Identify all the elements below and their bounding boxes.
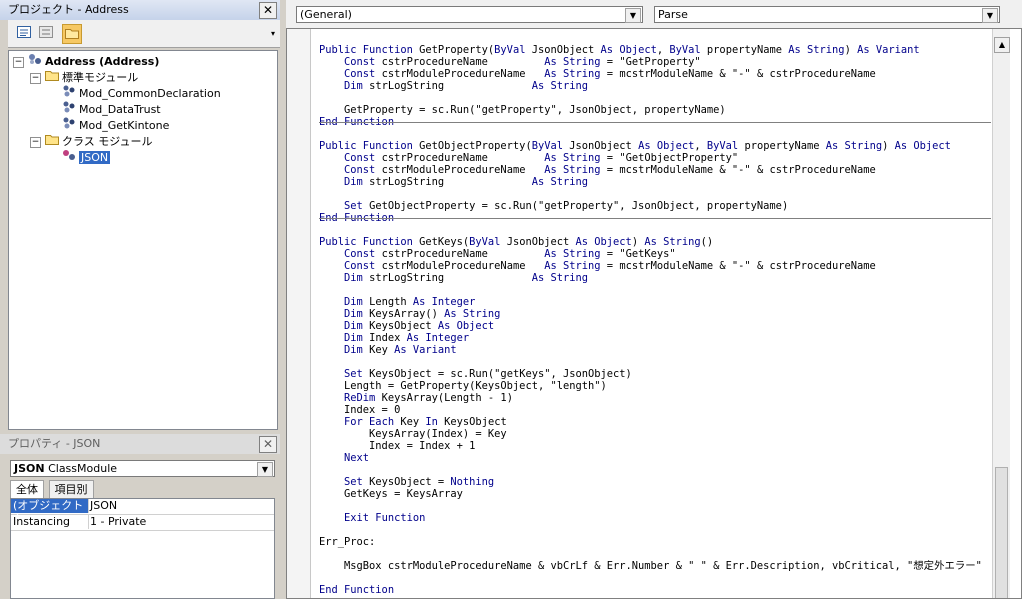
- code-line: Const cstrModuleProcedureName As String …: [344, 164, 876, 176]
- code-line: Next: [344, 452, 370, 464]
- collapse-icon[interactable]: −: [13, 56, 24, 68]
- tree-item-label: Mod_CommonDeclaration: [79, 87, 221, 100]
- tree-item[interactable]: JSON: [47, 149, 111, 166]
- vertical-scrollbar[interactable]: ▲: [992, 29, 1010, 598]
- code-line: Public Function GetObjectProperty(ByVal …: [319, 140, 951, 152]
- code-line: Const cstrModuleProcedureName As String …: [344, 68, 876, 80]
- view-object-icon[interactable]: [36, 24, 56, 44]
- scroll-up-icon[interactable]: ▲: [994, 37, 1010, 53]
- vba-project-icon: [28, 53, 42, 70]
- procedure-combo-value: Parse: [658, 8, 688, 21]
- code-line: KeysArray(Index) = Key: [319, 428, 507, 440]
- code-line: Dim strLogString As String: [344, 272, 589, 284]
- collapse-icon[interactable]: −: [30, 72, 41, 84]
- property-value[interactable]: 1 - Private: [90, 515, 146, 529]
- code-editor[interactable]: ▲ Public Function GetProperty(ByVal Json…: [286, 28, 1022, 599]
- code-line: Public Function GetProperty(ByVal JsonOb…: [319, 44, 920, 56]
- folder-icon: [45, 133, 59, 150]
- tree-item-label: 標準モジュール: [62, 71, 139, 84]
- properties-title-text: プロパティ - JSON: [8, 437, 101, 450]
- class-module-icon: [62, 149, 76, 166]
- code-line: Public Function GetKeys(ByVal JsonObject…: [319, 236, 714, 248]
- tab-alphabetic[interactable]: 全体: [10, 480, 44, 499]
- object-type: ClassModule: [48, 462, 118, 475]
- chevron-down-icon[interactable]: ▼: [982, 8, 998, 23]
- code-line: End Function: [319, 584, 395, 596]
- code-line: For Each Key In KeysObject: [344, 416, 507, 428]
- properties-grid: (オブジェクト名) JSON Instancing 1 - Private: [10, 498, 275, 599]
- code-line: Dim Index As Integer: [344, 332, 470, 344]
- chevron-down-icon[interactable]: ▼: [257, 462, 273, 477]
- module-icon: [62, 85, 76, 102]
- property-row[interactable]: Instancing 1 - Private: [11, 515, 274, 531]
- code-line: Set KeysObject = sc.Run("getKeys", JsonO…: [344, 368, 632, 380]
- view-code-icon[interactable]: [14, 24, 34, 44]
- code-line: Index = Index + 1: [319, 440, 476, 452]
- code-line: Index = 0: [319, 404, 401, 416]
- project-explorer-toolbar: ▾: [8, 20, 280, 48]
- object-selector[interactable]: JSON ClassModule ▼: [10, 460, 275, 477]
- code-line: Dim KeysArray() As String: [344, 308, 501, 320]
- object-combo-value: (General): [300, 8, 352, 21]
- code-line: Const cstrModuleProcedureName As String …: [344, 260, 876, 272]
- code-line: Const cstrProcedureName As String = "Get…: [344, 152, 739, 164]
- code-line: GetProperty = sc.Run("getProperty", Json…: [319, 104, 726, 116]
- code-line: Length = GetProperty(KeysObject, "length…: [319, 380, 607, 392]
- tree-item[interactable]: Mod_DataTrust: [47, 101, 161, 117]
- toolbar-overflow-icon[interactable]: ▾: [268, 24, 278, 44]
- tree-item[interactable]: Mod_GetKintone: [47, 117, 169, 133]
- properties-title: プロパティ - JSON ✕: [0, 434, 280, 454]
- properties-panel: プロパティ - JSON ✕ JSON ClassModule ▼ 全体 項目別…: [0, 434, 280, 599]
- property-value[interactable]: JSON: [90, 499, 117, 513]
- procedure-combo[interactable]: Parse ▼: [654, 6, 1000, 23]
- code-line: GetKeys = KeysArray: [319, 488, 463, 500]
- project-tree: − Address (Address) − 標準モジュール Mod_CommonDecl…: [8, 50, 278, 430]
- code-line: Dim strLogString As String: [344, 176, 589, 188]
- object-name: JSON: [14, 462, 45, 475]
- code-line: Err_Proc:: [319, 536, 376, 548]
- margin-indicator-bar: [287, 29, 311, 598]
- module-icon: [62, 101, 76, 118]
- tab-categorized[interactable]: 項目別: [48, 480, 94, 499]
- property-name: Instancing: [11, 515, 89, 529]
- project-explorer-title: プロジェクト - Address ✕: [0, 0, 280, 20]
- code-line: Dim KeysObject As Object: [344, 320, 495, 332]
- folder-icon: [45, 69, 59, 86]
- tree-item[interactable]: Mod_CommonDeclaration: [47, 85, 221, 101]
- properties-tabs: 全体 項目別: [10, 480, 275, 499]
- code-line: Dim Key As Variant: [344, 344, 457, 356]
- object-combo[interactable]: (General) ▼: [296, 6, 643, 23]
- code-line: Dim Length As Integer: [344, 296, 476, 308]
- procedure-separator: [319, 122, 991, 123]
- chevron-down-icon[interactable]: ▼: [625, 8, 641, 23]
- code-line: ReDim KeysArray(Length - 1): [344, 392, 513, 404]
- code-line: Set GetObjectProperty = sc.Run("getPrope…: [344, 200, 789, 212]
- tree-item-label: Address (Address): [45, 55, 160, 68]
- module-icon: [62, 117, 76, 134]
- toggle-folders-icon[interactable]: [62, 24, 82, 44]
- project-explorer-title-text: プロジェクト - Address: [8, 3, 129, 16]
- tree-item-label: クラス モジュール: [62, 135, 153, 148]
- tree-item[interactable]: − Address (Address): [13, 53, 159, 69]
- property-row[interactable]: (オブジェクト名) JSON: [11, 499, 274, 526]
- close-icon[interactable]: ✕: [259, 2, 277, 19]
- code-line: Exit Function: [344, 512, 426, 524]
- scrollbar-thumb[interactable]: [995, 467, 1008, 598]
- tree-item-label: JSON: [79, 151, 111, 164]
- tree-item[interactable]: − クラス モジュール: [30, 133, 153, 149]
- code-line: MsgBox cstrModuleProcedureName & vbCrLf …: [319, 560, 982, 572]
- code-line: Const cstrProcedureName As String = "Get…: [344, 56, 701, 68]
- project-explorer-panel: プロジェクト - Address ✕ ▾ − Address (Address) −…: [0, 0, 280, 430]
- code-line: Set KeysObject = Nothing: [344, 476, 495, 488]
- code-line: Dim strLogString As String: [344, 80, 589, 92]
- code-line: Const cstrProcedureName As String = "Get…: [344, 248, 676, 260]
- code-window: (General) ▼ Parse ▼ ▲ Public Function Ge…: [286, 0, 1022, 599]
- tree-item-label: Mod_GetKintone: [79, 119, 170, 132]
- tree-item-label: Mod_DataTrust: [79, 103, 161, 116]
- collapse-icon[interactable]: −: [30, 136, 41, 148]
- close-icon[interactable]: ✕: [259, 436, 277, 453]
- tree-item[interactable]: − 標準モジュール: [30, 69, 138, 85]
- procedure-separator: [319, 218, 991, 219]
- property-name: (オブジェクト名): [11, 499, 89, 526]
